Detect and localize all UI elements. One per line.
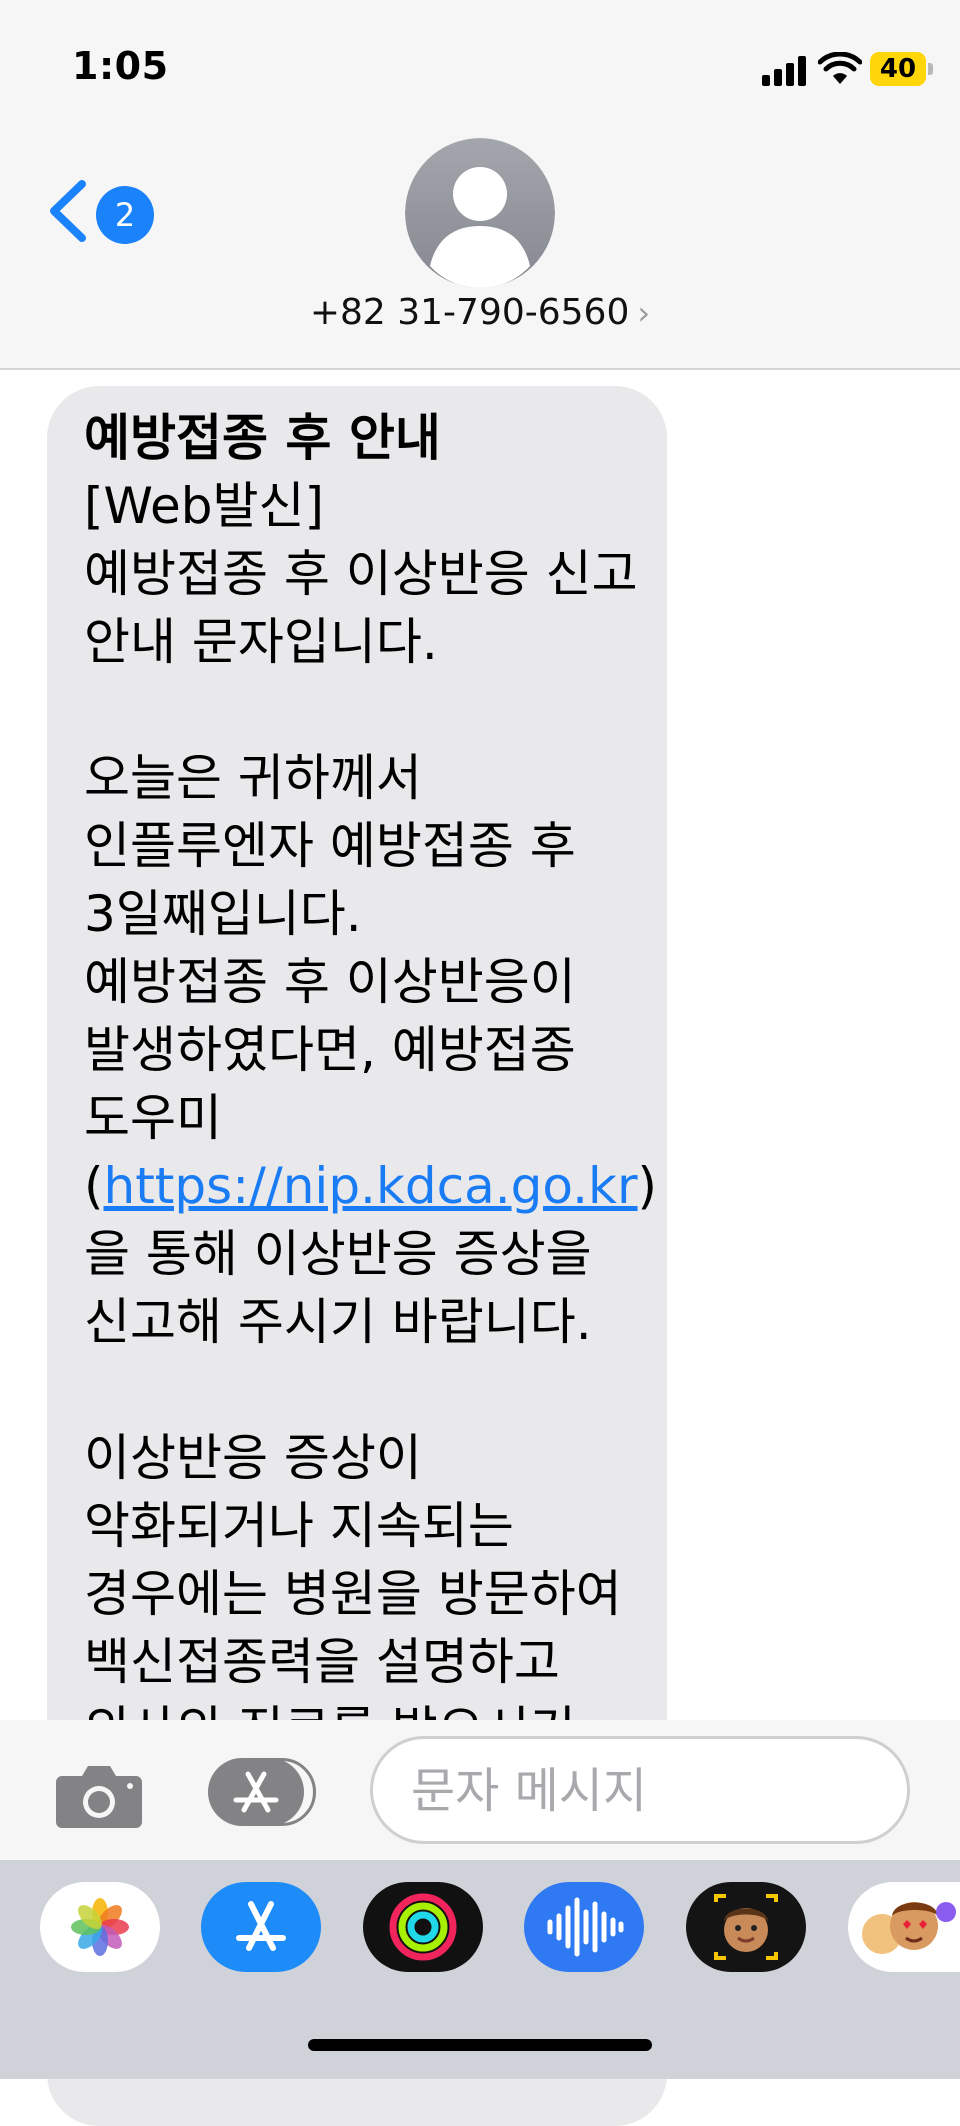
battery-indicator: 40	[870, 52, 926, 86]
status-time: 1:05	[72, 44, 169, 88]
app-store-icon	[233, 1771, 279, 1813]
back-button[interactable]: 2	[44, 176, 154, 252]
home-indicator[interactable]	[308, 2039, 652, 2051]
person-silhouette-icon	[405, 138, 555, 288]
message-body: [Web발신] 예방접종 후 이상반응 신고 안내 문자입니다. 오늘은 귀하께…	[84, 477, 638, 1215]
message-title: 예방접종 후 안내	[84, 409, 441, 467]
message-link[interactable]: https://nip.kdca.go.kr	[104, 1157, 638, 1215]
battery-cap	[928, 63, 933, 75]
message-text: 예방접종 후 안내 [Web발신] 예방접종 후 이상반응 신고 안내 문자입니…	[84, 404, 657, 1832]
memoji-app-icon[interactable]	[686, 1882, 806, 1972]
chevron-left-icon	[50, 180, 86, 242]
contact-number: +82 31-790-6560	[309, 292, 630, 333]
activity-app-icon[interactable]	[363, 1882, 483, 1972]
camera-icon[interactable]	[54, 1760, 144, 1830]
message-input[interactable]	[409, 1757, 873, 1825]
app-store-app-icon[interactable]	[201, 1882, 321, 1972]
app-store-button[interactable]	[208, 1758, 316, 1826]
cellular-signal-icon	[762, 56, 806, 86]
photos-app-icon[interactable]	[40, 1882, 160, 1972]
contact-number-button[interactable]: +82 31-790-6560 ›	[0, 292, 960, 333]
wifi-icon	[818, 52, 862, 84]
unread-count-badge: 2	[96, 186, 154, 244]
memoji-stickers-app-icon[interactable]	[848, 1882, 960, 1972]
audio-message-app-icon[interactable]	[524, 1882, 644, 1972]
contact-avatar[interactable]	[405, 138, 555, 288]
message-input-field[interactable]	[370, 1736, 910, 1844]
chevron-right-icon: ›	[637, 294, 651, 332]
